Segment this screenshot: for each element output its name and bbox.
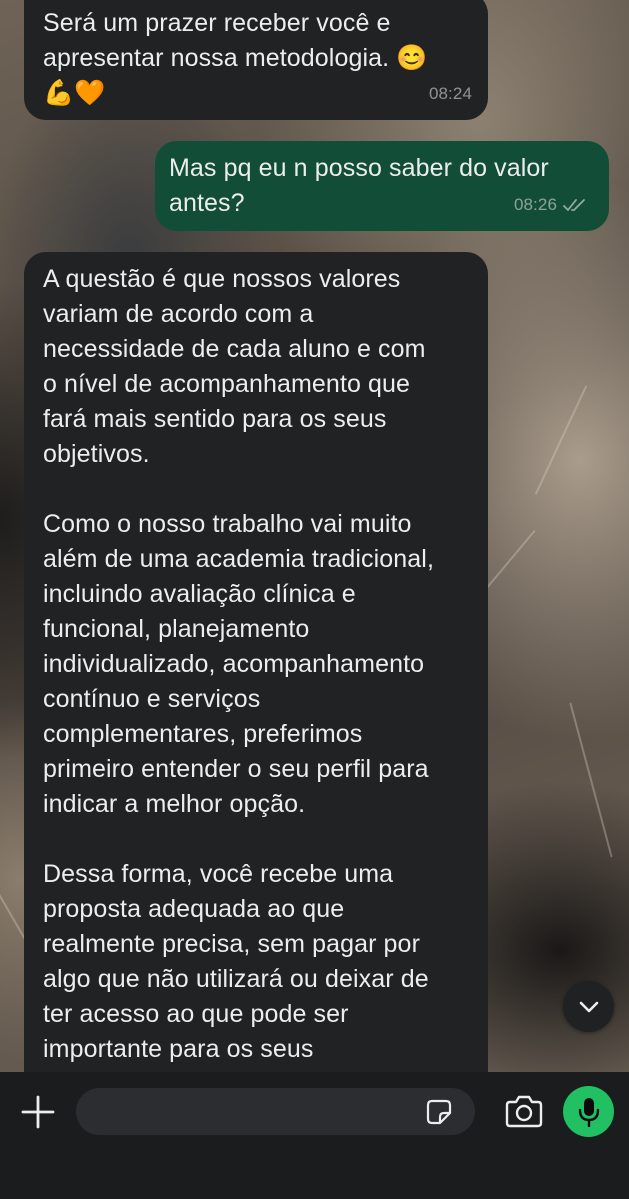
- message-bubble-incoming[interactable]: A questão é que nossos valores variam de…: [24, 252, 488, 1152]
- message-text: A questão é que nossos valores variam de…: [43, 265, 435, 1063]
- microphone-icon: [578, 1097, 599, 1127]
- scroll-to-bottom-button[interactable]: [563, 981, 614, 1032]
- message-time: 08:24: [428, 84, 472, 103]
- message-meta: 08:24: [429, 76, 472, 111]
- chevron-down-icon: [579, 1001, 598, 1012]
- message-text: Será um prazer receber você e apresentar…: [43, 9, 428, 107]
- message-time: 08:26: [513, 195, 557, 214]
- camera-icon[interactable]: [503, 1094, 545, 1130]
- message-input[interactable]: [76, 1088, 475, 1135]
- message-bubble-outgoing[interactable]: Mas pq eu n posso saber do valor antes? …: [155, 141, 609, 231]
- double-check-icon: [563, 198, 585, 211]
- message-meta: 08:26: [514, 187, 587, 222]
- plus-icon[interactable]: [20, 1094, 56, 1130]
- message-bubble-incoming[interactable]: Será um prazer receber você e apresentar…: [24, 0, 488, 120]
- voice-message-button[interactable]: [563, 1086, 614, 1137]
- sticker-icon[interactable]: [424, 1097, 454, 1127]
